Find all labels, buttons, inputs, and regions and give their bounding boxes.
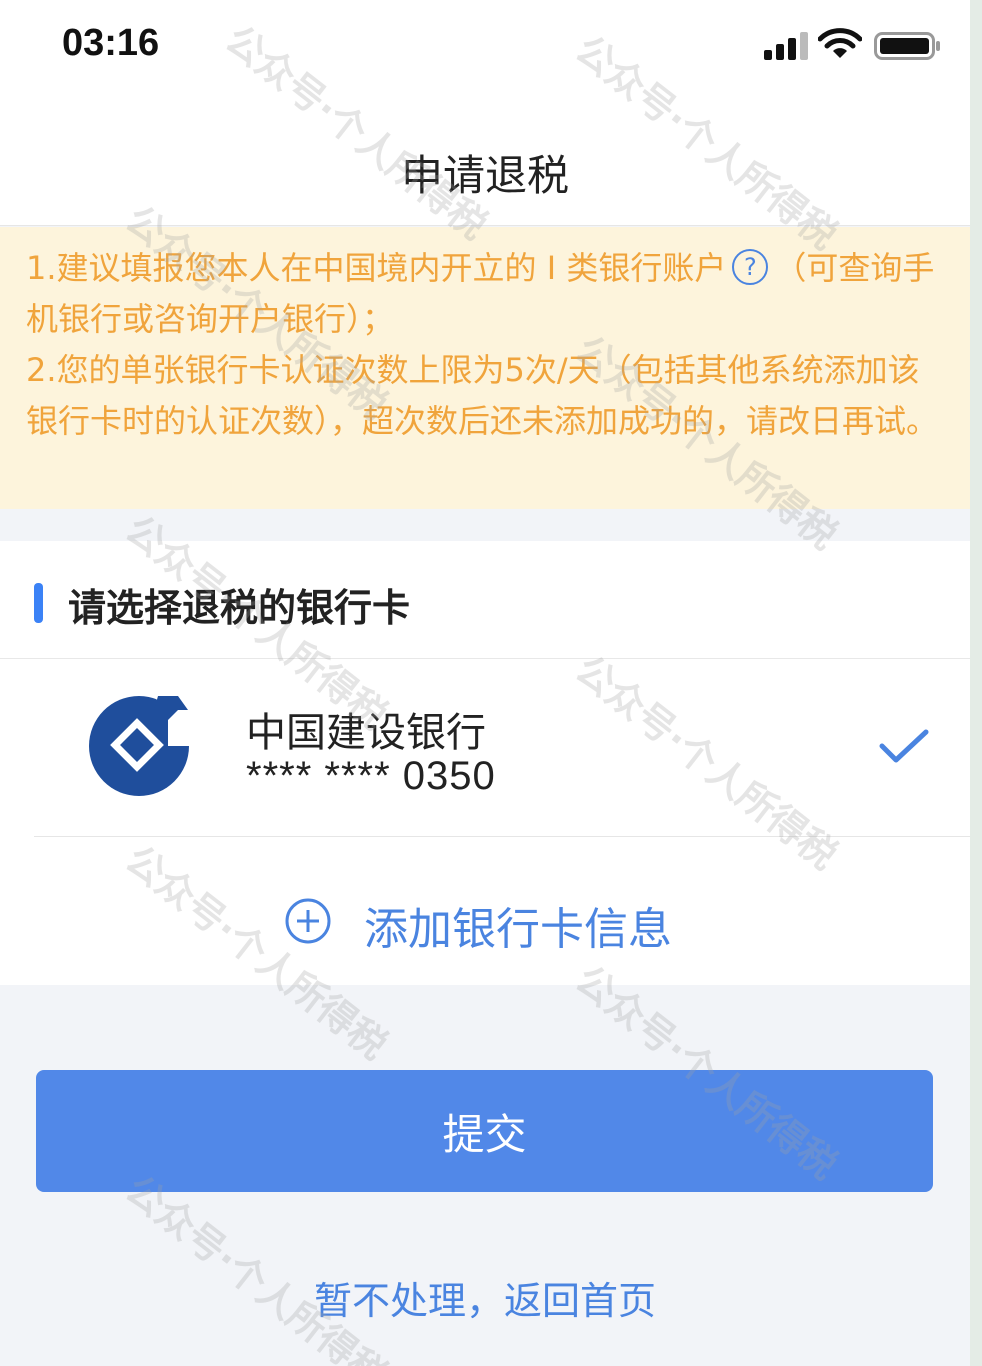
bank-card-item[interactable]: 中国建设银行 **** **** 0350 — [0, 660, 970, 836]
wifi-icon — [818, 28, 862, 58]
ccb-logo-icon — [89, 692, 194, 796]
section-title: 请选择退税的银行卡 — [68, 586, 411, 630]
battery-icon — [874, 32, 940, 60]
notice-line1: 1.建议填报您本人在中国境内开立的 I 类银行账户 — [26, 249, 727, 287]
status-bar: 03:16 — [0, 0, 970, 92]
page-title: 申请退税 — [400, 151, 569, 200]
return-home-link[interactable]: 暂不处理，返回首页 — [0, 1270, 970, 1325]
background-strip — [970, 0, 982, 1366]
bank-card-section: 请选择退税的银行卡 中国建设银行 **** **** 0350 添加银行卡信息 — [0, 541, 970, 985]
notice-line2: 2.您的单张银行卡认证次数上限为5次/天（包括其他系统添加该银行卡时的认证次数）… — [26, 351, 939, 440]
section-header: 请选择退税的银行卡 — [0, 541, 970, 659]
check-icon — [879, 729, 929, 763]
submit-button[interactable]: 提交 — [36, 1070, 933, 1192]
signal-icon — [764, 32, 808, 60]
section-accent-bar — [34, 583, 43, 623]
nav-header: 申请退税 — [0, 92, 970, 226]
help-icon[interactable]: ? — [732, 249, 769, 285]
status-time: 03:16 — [62, 22, 160, 64]
add-bank-card-button[interactable]: 添加银行卡信息 — [0, 837, 970, 985]
app-screen: 03:16 申请退税 1.建议填报您本人在中国境内开立的 I 类银行账户 ? （… — [0, 0, 970, 1366]
plus-circle-icon — [285, 898, 331, 944]
bank-name: 中国建设银行 — [246, 710, 486, 756]
notice-banner: 1.建议填报您本人在中国境内开立的 I 类银行账户? （可查询手机银行或咨询开户银… — [0, 227, 970, 509]
bank-card-number: **** **** 0350 — [246, 754, 496, 798]
add-bank-card-label: 添加银行卡信息 — [364, 904, 672, 955]
